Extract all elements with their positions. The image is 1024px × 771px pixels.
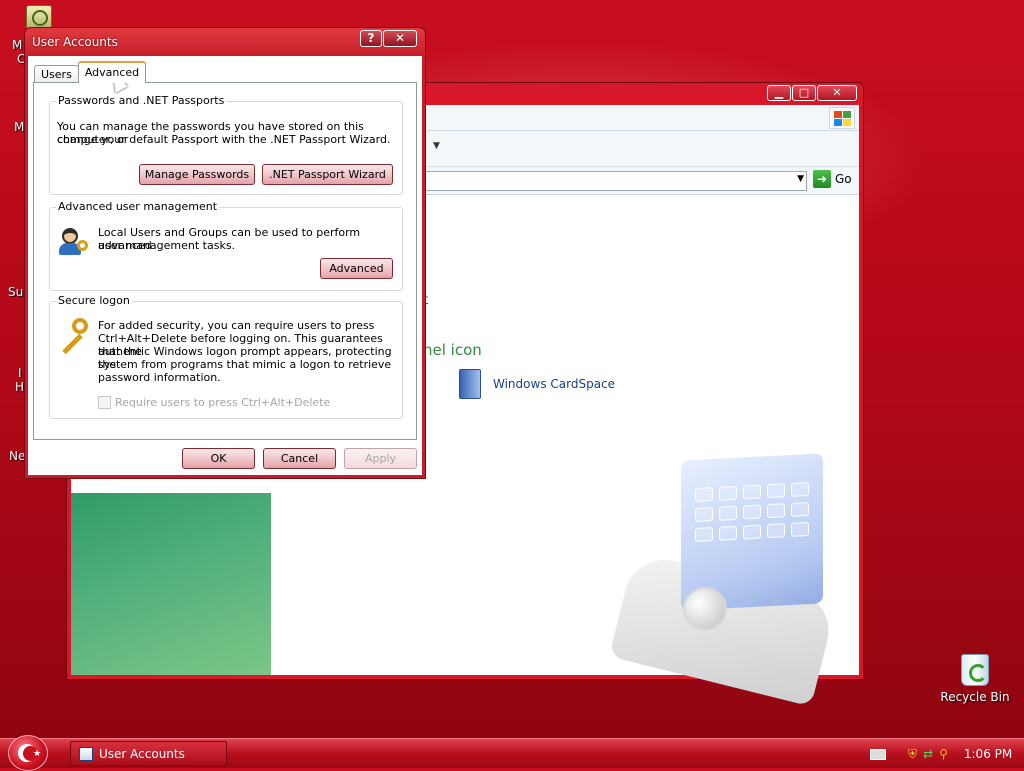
user-accounts-icon [79,746,93,761]
go-arrow-icon: ➜ [813,170,831,188]
taskbar-item-user-accounts[interactable]: User Accounts [70,741,227,766]
address-dropdown-icon[interactable]: ▼ [797,174,804,184]
section-heading-fragment: nel icon [423,341,482,359]
recycle-bin-icon [961,654,989,686]
windows-cardspace-link[interactable]: Windows CardSpace [459,369,615,399]
user-accounts-dialog[interactable]: User Accounts ? ✕ Users Advanced Passwor… [24,27,426,479]
window-controls: ▁ □ ✕ [767,85,857,101]
start-button[interactable]: ★ [8,735,48,771]
recycle-bin[interactable]: Recycle Bin [938,654,1012,704]
dialog-title: User Accounts [32,35,118,49]
taskbar: ★ User Accounts ⛨ ⇄ ⚲ 1:06 PM [0,735,1024,771]
checkbox-label: Require users to press Ctrl+Alt+Delete [115,396,331,409]
go-label: Go [835,172,852,186]
secure-logon-group: Secure logon For added security, you can… [49,294,403,419]
advanced-user-management-group: Advanced user management Local Users and… [49,200,403,291]
help-button[interactable]: ? [360,30,382,47]
tab-strip: Users Advanced [34,61,147,83]
tab-advanced[interactable]: Advanced [77,61,147,83]
secure-logon-group-title: Secure logon [56,294,132,307]
desktop-icon-label-fragment[interactable]: Ne [9,449,25,463]
cancel-button[interactable]: Cancel [263,448,336,469]
clock[interactable]: 1:06 PM [964,747,1012,761]
control-panel-illustration [609,453,837,707]
star-icon: ★ [33,749,42,759]
keyboard-icon[interactable] [870,748,886,760]
secure-logon-description-line: system from programs that mimic a logon … [98,358,392,371]
dialog-client-area: Users Advanced Passwords and .NET Passpo… [28,56,422,475]
passwords-group: Passwords and .NET Passports You can man… [49,94,403,195]
close-button[interactable]: ✕ [817,85,857,101]
illustration-knob [683,587,727,631]
cardspace-icon [459,369,481,399]
advanced-tab-panel: Passwords and .NET Passports You can man… [33,82,417,440]
passwords-group-title: Passwords and .NET Passports [56,94,227,107]
passwords-description-line: change your default Passport with the .N… [57,133,391,146]
net-passport-wizard-button[interactable]: .NET Passport Wizard [262,164,393,185]
minimize-button[interactable]: ▁ [767,85,791,101]
advanced-button[interactable]: Advanced [320,258,393,279]
maximize-button[interactable]: □ [792,85,816,101]
cardspace-label: Windows CardSpace [493,377,616,391]
dialog-titlebar[interactable]: User Accounts ? ✕ [25,28,425,56]
manage-passwords-button[interactable]: Manage Passwords [139,164,255,185]
side-panel-wallpaper [71,493,271,675]
apply-button[interactable]: Apply [344,448,417,469]
network-icon[interactable]: ⇄ [923,747,933,761]
ok-button[interactable]: OK [182,448,255,469]
desktop-icon-label-fragment[interactable]: I [18,366,22,380]
advanced-management-group-title: Advanced user management [56,200,220,213]
desktop-icon-label-fragment[interactable]: H [15,380,24,394]
advanced-management-description-line: user management tasks. [98,239,236,252]
go-button[interactable]: ➜ Go [813,170,852,188]
search-icon[interactable]: ⚲ [939,747,948,761]
key-icon [56,318,90,355]
close-button[interactable]: ✕ [383,30,417,47]
windows-logo-icon [829,107,855,129]
desktop-icon-label-fragment[interactable]: Su [8,285,23,299]
users-key-icon [58,226,90,256]
recycle-bin-label: Recycle Bin [940,690,1010,704]
taskbar-item-label: User Accounts [99,746,185,761]
require-ctrl-alt-delete-checkbox[interactable]: Require users to press Ctrl+Alt+Delete [98,396,330,409]
desktop-icon-label-fragment[interactable]: M [12,38,22,52]
secure-logon-description-line: For added security, you can require user… [98,319,375,332]
tab-users[interactable]: Users [34,65,79,83]
security-shield-icon[interactable]: ⛨ [908,747,917,762]
checkbox-box[interactable] [98,396,111,409]
desktop-shortcut-icon[interactable] [26,5,52,29]
system-tray: ⛨ ⇄ ⚲ 1:06 PM [870,739,1012,769]
illustration-keys [695,482,809,542]
toolbar-dropdown-arrow-icon[interactable]: ▼ [433,141,440,151]
desktop-icon-label-fragment[interactable]: M [14,120,24,134]
dialog-title-buttons: ? ✕ [360,30,417,47]
secure-logon-description-line: password information. [98,371,221,384]
